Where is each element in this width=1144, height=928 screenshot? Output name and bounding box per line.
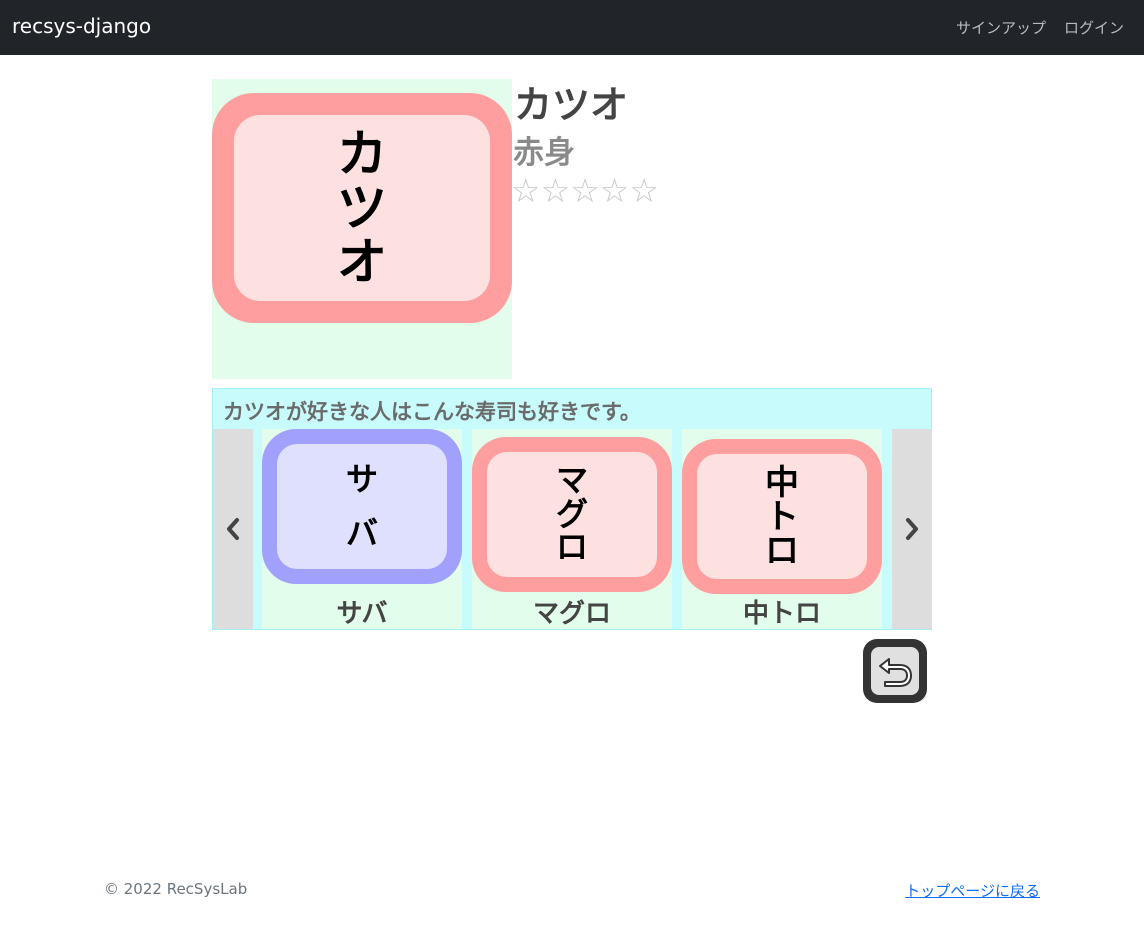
star-icon[interactable]: ☆ xyxy=(511,174,541,207)
recommendation-label: サバ xyxy=(336,599,388,629)
top-page-link[interactable]: トップページに戻る xyxy=(905,880,1040,901)
plate-char: ト xyxy=(765,496,799,537)
nav-links: サインアップ ログイン xyxy=(956,17,1124,38)
back-button-face xyxy=(871,647,919,695)
brand-link[interactable]: recsys-django xyxy=(12,14,151,38)
plate-char: サ xyxy=(345,459,378,498)
item-category: 赤身 xyxy=(513,135,575,171)
recommendation-section: カツオが好きな人はこんな寿司も好きです。 サ バ サバ マ グ ロ マグロ 中 xyxy=(212,388,932,630)
star-icon[interactable]: ☆ xyxy=(600,174,630,207)
plate-char: オ xyxy=(337,232,387,291)
plate-char: ロ xyxy=(765,530,799,571)
plate-char: 中 xyxy=(765,462,799,503)
item-title: カツオ xyxy=(514,83,629,127)
recommendation-label: マグロ xyxy=(532,599,611,629)
sushi-plate-inner: サ バ xyxy=(277,444,447,569)
recommendation-label: 中トロ xyxy=(742,599,821,629)
star-icon[interactable]: ☆ xyxy=(541,174,571,207)
signup-link[interactable]: サインアップ xyxy=(956,17,1046,38)
recommendation-card-saba[interactable]: サ バ サバ xyxy=(262,429,462,629)
plate-char: ロ xyxy=(555,528,588,567)
plate-char: グ xyxy=(555,494,588,533)
chevron-left-icon xyxy=(227,518,239,540)
plate-char: マ xyxy=(555,461,588,500)
item-image: カ ツ オ xyxy=(212,79,512,379)
recommendation-card-maguro[interactable]: マ グ ロ マグロ xyxy=(472,429,672,629)
star-rating[interactable]: ☆ ☆ ☆ ☆ ☆ xyxy=(511,174,659,207)
star-icon[interactable]: ☆ xyxy=(570,174,600,207)
chevron-right-icon xyxy=(906,518,918,540)
recommendation-heading: カツオが好きな人はこんな寿司も好きです。 xyxy=(223,400,641,424)
recommendation-card-chutoro[interactable]: 中 ト ロ 中トロ xyxy=(682,429,882,629)
navbar: recsys-django サインアップ ログイン xyxy=(0,0,1144,55)
carousel-prev-button[interactable] xyxy=(213,429,253,629)
sushi-plate-image: カ ツ オ xyxy=(212,93,512,323)
sushi-plate-inner: 中 ト ロ xyxy=(697,454,867,579)
return-arrow-icon xyxy=(879,658,912,687)
carousel-next-button[interactable] xyxy=(892,429,932,629)
plate-char: バ xyxy=(345,514,378,553)
sushi-plate-inner: マ グ ロ xyxy=(487,452,657,577)
sushi-plate-image: サ バ xyxy=(262,429,462,584)
sushi-plate-image: 中 ト ロ xyxy=(682,439,882,594)
login-link[interactable]: ログイン xyxy=(1064,17,1124,38)
back-button[interactable] xyxy=(863,639,927,703)
sushi-plate-inner: カ ツ オ xyxy=(234,115,490,301)
sushi-plate-image: マ グ ロ xyxy=(472,437,672,592)
footer-copyright: © 2022 RecSysLab xyxy=(104,880,248,898)
plate-char: カ xyxy=(337,124,387,183)
plate-char: ツ xyxy=(337,178,387,237)
star-icon[interactable]: ☆ xyxy=(629,174,659,207)
